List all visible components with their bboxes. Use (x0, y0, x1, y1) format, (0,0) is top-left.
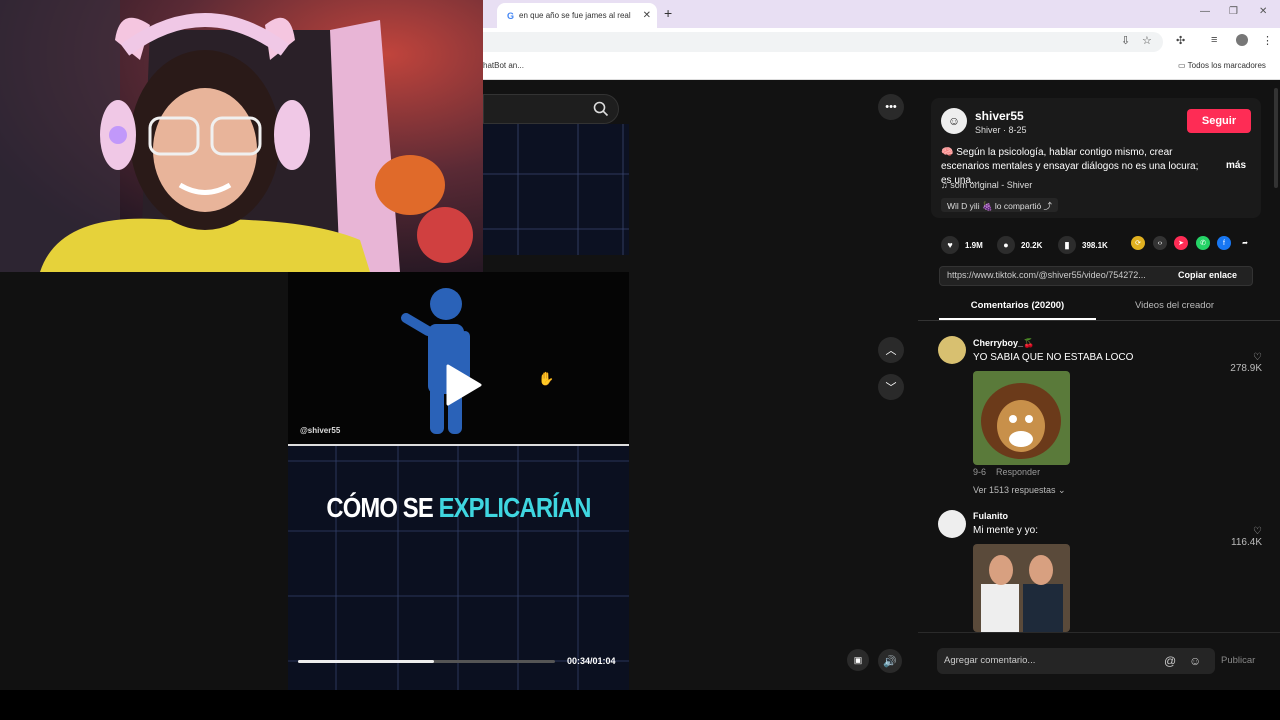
facebook-icon[interactable]: f (1217, 236, 1231, 250)
active-tab-indicator (939, 318, 1096, 320)
progress-fill (298, 660, 435, 663)
emoji-icon[interactable]: ☺ (1189, 654, 1201, 668)
comment-like[interactable]: ♡ 116.4K (1228, 526, 1262, 548)
share-icon[interactable]: ➦ (1238, 236, 1252, 250)
music-link[interactable]: ♫ som original - Shiver (941, 180, 1032, 190)
bookmark-item[interactable]: hatBot an... (483, 61, 524, 70)
new-tab-button[interactable]: + (664, 5, 672, 21)
bottom-bar (0, 690, 1280, 720)
comment-author[interactable]: Fulanito (973, 511, 1008, 521)
comment-count: 20.2K (1021, 240, 1043, 250)
scrollbar[interactable] (1274, 88, 1278, 188)
heart-outline-icon: ♡ (1253, 526, 1262, 537)
person-figure (401, 288, 470, 434)
mini-player-icon[interactable]: ▣ (847, 649, 869, 671)
close-tab-icon[interactable]: ✕ (643, 10, 651, 21)
copy-link-button[interactable]: Copiar enlace (1178, 270, 1237, 280)
star-icon[interactable]: ☆ (1142, 34, 1152, 47)
send-icon[interactable]: ➤ (1174, 236, 1188, 250)
tabs-divider (918, 320, 1280, 321)
video-watermark: @shiver55 (300, 426, 341, 435)
comment-button[interactable]: ● 20.2K (997, 236, 1042, 254)
embed-icon[interactable]: ‹› (1153, 236, 1167, 250)
save-button[interactable]: ▮ 398.1K (1058, 236, 1108, 254)
comment-avatar[interactable] (938, 336, 966, 364)
like-button[interactable]: ♥ 1.9M (941, 236, 983, 254)
ellipsis-icon[interactable]: ••• (878, 94, 904, 120)
save-count: 398.1K (1082, 240, 1108, 250)
repost-icon[interactable]: ⟳ (1131, 236, 1145, 250)
more-link[interactable]: más (1226, 160, 1246, 171)
caption-white-text: CÓMO SE (326, 492, 439, 523)
minimize-button[interactable]: — (1200, 6, 1210, 17)
chevron-up-icon[interactable]: ︿ (878, 337, 904, 363)
tab-comments[interactable]: Comentarios (20200) (939, 300, 1096, 311)
comment-placeholder: Agregar comentario... (944, 655, 1036, 666)
caption-cyan-text: EXPLICARÍAN (438, 492, 592, 523)
comment-icon: ● (997, 236, 1015, 254)
video-grid-background (288, 446, 629, 690)
close-window-button[interactable]: ✕ (1259, 6, 1267, 17)
browser-tab[interactable]: G en que año se fue james al real ✕ (497, 3, 657, 28)
shared-by-badge[interactable]: Wil D yili 🍇 lo compartió ⤴ (941, 198, 1059, 212)
maximize-button[interactable]: ❐ (1229, 6, 1238, 17)
comment-author[interactable]: Cherryboy_🍒 (973, 338, 1034, 349)
publish-button[interactable]: Publicar (1221, 655, 1255, 666)
comment-image-lion[interactable] (973, 371, 1070, 465)
reply-button[interactable]: Responder (996, 467, 1040, 477)
heart-icon: ♥ (941, 236, 959, 254)
reading-list-icon[interactable]: ≡ (1211, 34, 1217, 46)
comment-like[interactable]: ♡ 278.9K (1228, 352, 1262, 374)
author-name[interactable]: shiver55 (975, 109, 1024, 123)
mouse-cursor-icon: ✋ (538, 371, 555, 386)
google-favicon-icon: G (507, 10, 515, 21)
comment-like-count: 116.4K (1231, 537, 1262, 548)
volume-icon[interactable]: 🔊 (878, 649, 902, 673)
comment-avatar[interactable] (938, 510, 966, 538)
follow-button[interactable]: Seguir (1187, 109, 1251, 133)
comment-text: YO SABIA QUE NO ESTABA LOCO (973, 352, 1134, 363)
tab-creator-videos[interactable]: Videos del creador (1096, 300, 1253, 311)
search-icon[interactable] (592, 100, 610, 118)
author-avatar[interactable]: ☺ (941, 108, 967, 134)
view-replies-link[interactable]: Ver 1513 respuestas ⌄ (973, 485, 1066, 496)
menu-icon[interactable]: ⋮ (1262, 34, 1273, 47)
address-bar[interactable] (483, 32, 1163, 52)
video-caption: CÓMO SE EXPLICARÍAN (314, 492, 604, 524)
left-dark-area (0, 272, 288, 690)
profile-icon[interactable] (1236, 34, 1248, 46)
all-bookmarks-label: Todos los marcadores (1187, 61, 1266, 70)
mention-icon[interactable]: @ (1164, 654, 1176, 668)
bookmark-icon: ▮ (1058, 236, 1076, 254)
composer-divider (918, 632, 1280, 633)
comment-date: 9-6 (973, 467, 987, 477)
all-bookmarks-link[interactable]: ▭ Todos los marcadores (1178, 61, 1266, 70)
comment-meta: 9-6 Responder (973, 467, 1040, 477)
chevron-down-icon[interactable]: ﹀ (878, 374, 904, 400)
extensions-icon[interactable]: ✣ (1176, 34, 1185, 47)
play-icon[interactable] (438, 362, 484, 408)
author-subtitle: Shiver · 8-25 (975, 125, 1027, 135)
video-time: 00:34/01:04 (567, 656, 616, 666)
comment-like-count: 278.9K (1230, 363, 1262, 374)
like-count: 1.9M (965, 240, 983, 250)
whatsapp-icon[interactable]: ✆ (1196, 236, 1210, 250)
comment-text: Mi mente y yo: (973, 525, 1039, 536)
previous-video-preview (483, 124, 629, 255)
comment-image-two-men[interactable] (973, 544, 1070, 632)
webcam-overlay (0, 0, 483, 272)
bookmarks-bar (483, 56, 1280, 80)
install-icon[interactable]: ⇩ (1121, 34, 1130, 47)
heart-outline-icon: ♡ (1253, 352, 1262, 363)
video-link: https://www.tiktok.com/@shiver55/video/7… (947, 270, 1146, 280)
tab-title: en que año se fue james al real (519, 11, 631, 20)
